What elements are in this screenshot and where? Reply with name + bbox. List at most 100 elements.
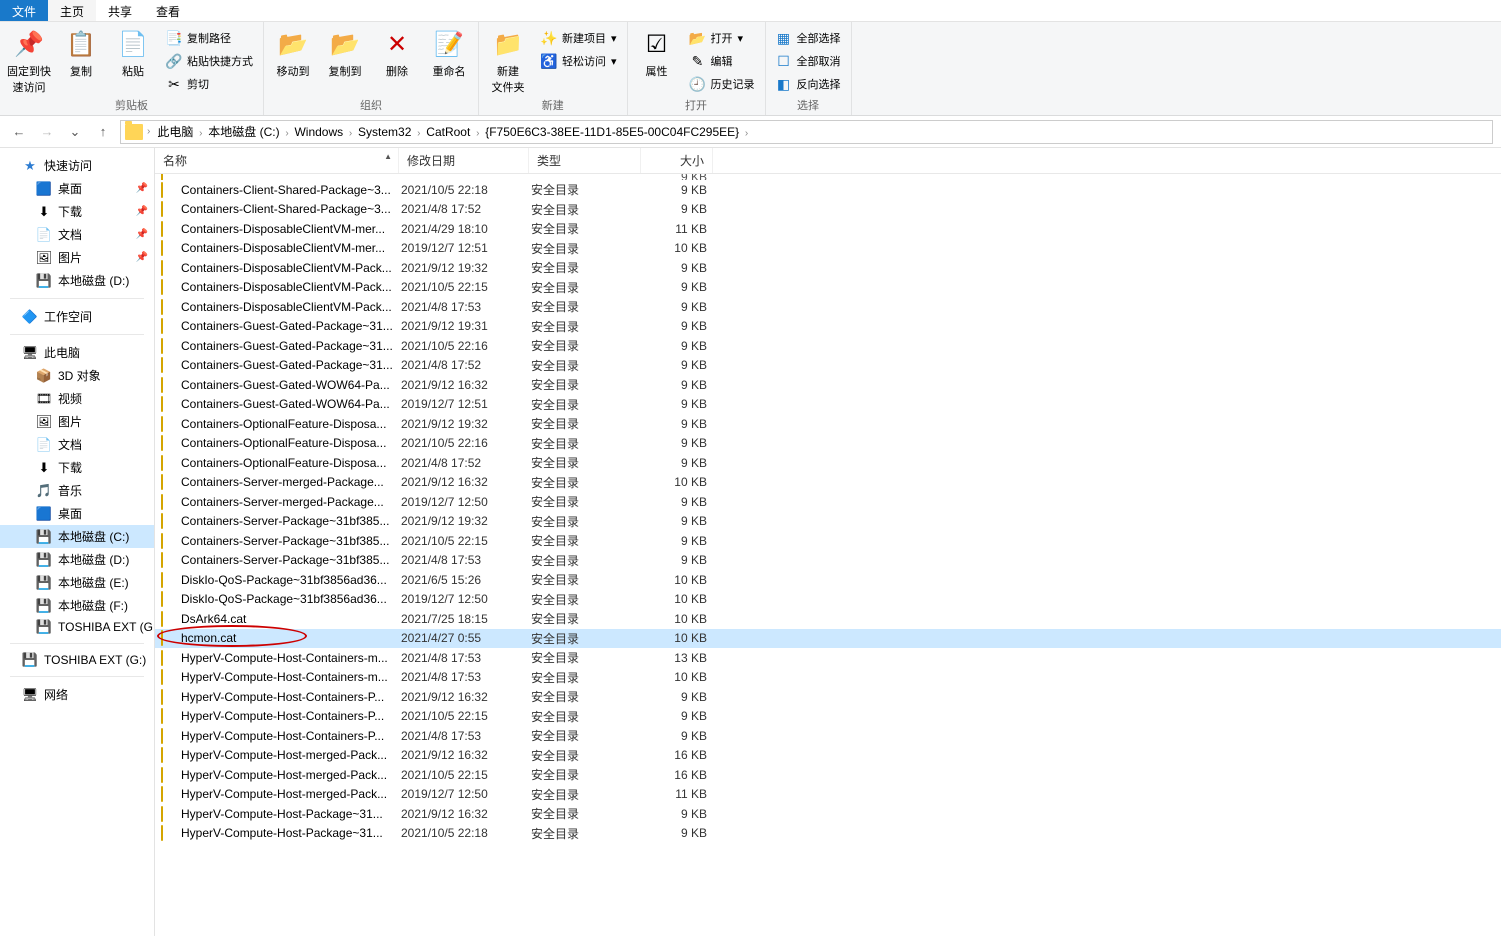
list-item[interactable]: DsArk64.cat2021/7/25 18:15安全目录10 KB <box>155 609 1501 629</box>
nav-item[interactable]: 💾本地磁盘 (D:) <box>0 548 154 571</box>
nav-item[interactable]: 🎵音乐 <box>0 479 154 502</box>
list-item[interactable]: Containers-Server-Package~31bf385...2021… <box>155 512 1501 532</box>
properties-button[interactable]: ☑属性 <box>634 24 680 79</box>
list-item[interactable]: Containers-Server-merged-Package...2019/… <box>155 492 1501 512</box>
list-item[interactable]: HyperV-Compute-Host-Package~31...2021/9/… <box>155 804 1501 824</box>
list-item[interactable]: Containers-OptionalFeature-Disposa...202… <box>155 414 1501 434</box>
breadcrumb-segment[interactable]: 本地磁盘 (C:) <box>205 125 282 139</box>
col-name[interactable]: 名称 <box>155 148 399 173</box>
breadcrumb-segment[interactable]: Windows <box>291 125 346 139</box>
list-item[interactable]: Containers-Guest-Gated-WOW64-Pa...2019/1… <box>155 395 1501 415</box>
forward-button[interactable]: → <box>36 121 58 143</box>
cut-button[interactable]: ✂剪切 <box>162 74 257 94</box>
paste-shortcut-button[interactable]: 🔗粘贴快捷方式 <box>162 51 257 71</box>
file-list[interactable]: 名称 修改日期 类型 大小 9 KBContainers-Client-Shar… <box>155 148 1501 936</box>
breadcrumb-segment[interactable]: CatRoot <box>423 125 473 139</box>
nav-item[interactable]: ⬇下载📌 <box>0 200 154 223</box>
nav-item[interactable]: 📄文档 <box>0 433 154 456</box>
list-item[interactable]: Containers-Server-merged-Package...2021/… <box>155 473 1501 493</box>
pin-quick-access-button[interactable]: 📌固定到快 速访问 <box>6 24 52 95</box>
col-size[interactable]: 大小 <box>641 148 713 173</box>
nav-item[interactable]: 📦3D 对象 <box>0 364 154 387</box>
address-bar[interactable]: › 此电脑 › 本地磁盘 (C:) › Windows › System32 ›… <box>120 120 1493 144</box>
nav-item[interactable]: 💾本地磁盘 (E:) <box>0 571 154 594</box>
chevron-right-icon[interactable]: › <box>196 128 205 139</box>
edit-button[interactable]: ✎编辑 <box>686 51 759 71</box>
copy-path-button[interactable]: 📑复制路径 <box>162 28 257 48</box>
nav-item[interactable]: 🎞视频 <box>0 387 154 410</box>
copy-button[interactable]: 📋复制 <box>58 24 104 79</box>
nav-this-pc[interactable]: 🖥此电脑 <box>0 341 154 364</box>
delete-button[interactable]: ✕删除 <box>374 24 420 79</box>
copy-to-button[interactable]: 📂复制到 <box>322 24 368 79</box>
list-item[interactable]: HyperV-Compute-Host-Containers-P...2021/… <box>155 687 1501 707</box>
list-item[interactable]: HyperV-Compute-Host-merged-Pack...2021/1… <box>155 765 1501 785</box>
list-item[interactable]: Containers-Guest-Gated-WOW64-Pa...2021/9… <box>155 375 1501 395</box>
breadcrumb-segment[interactable]: {F750E6C3-38EE-11D1-85E5-00C04FC295EE} <box>482 125 742 139</box>
recent-dropdown[interactable]: ⌄ <box>64 121 86 143</box>
list-item[interactable]: Containers-OptionalFeature-Disposa...202… <box>155 453 1501 473</box>
nav-item[interactable]: 🖼图片📌 <box>0 246 154 269</box>
list-item[interactable]: Containers-DisposableClientVM-Pack...202… <box>155 258 1501 278</box>
col-type[interactable]: 类型 <box>529 148 641 173</box>
select-none-button[interactable]: ☐全部取消 <box>772 51 845 71</box>
list-item[interactable]: Containers-Guest-Gated-Package~31...2021… <box>155 317 1501 337</box>
col-date[interactable]: 修改日期 <box>399 148 529 173</box>
chevron-right-icon[interactable]: › <box>414 128 423 139</box>
invert-selection-button[interactable]: ◧反向选择 <box>772 74 845 94</box>
nav-item[interactable]: 💾TOSHIBA EXT (G:) <box>0 617 154 637</box>
list-item[interactable]: Containers-Client-Shared-Package~3...202… <box>155 200 1501 220</box>
up-button[interactable]: ↑ <box>92 121 114 143</box>
list-item[interactable]: DiskIo-QoS-Package~31bf3856ad36...2021/6… <box>155 570 1501 590</box>
tab-file[interactable]: 文件 <box>0 0 48 21</box>
nav-quick-access[interactable]: ★快速访问 <box>0 154 154 177</box>
paste-button[interactable]: 📄粘贴 <box>110 24 156 79</box>
nav-pane[interactable]: ★快速访问 🟦桌面📌⬇下载📌📄文档📌🖼图片📌💾本地磁盘 (D:) 🔷工作空间 🖥… <box>0 148 155 936</box>
breadcrumb-segment[interactable]: System32 <box>355 125 414 139</box>
list-item[interactable]: Containers-Client-Shared-Package~3...202… <box>155 180 1501 200</box>
history-button[interactable]: 🕘历史记录 <box>686 74 759 94</box>
nav-item[interactable]: 🟦桌面 <box>0 502 154 525</box>
tab-view[interactable]: 查看 <box>144 0 192 21</box>
rename-button[interactable]: 📝重命名 <box>426 24 472 79</box>
chevron-right-icon[interactable]: › <box>147 126 150 137</box>
breadcrumb-segment[interactable]: 此电脑 <box>154 125 196 139</box>
easy-access-button[interactable]: ♿轻松访问 ▾ <box>537 51 621 71</box>
list-item[interactable]: HyperV-Compute-Host-Containers-m...2021/… <box>155 668 1501 688</box>
nav-item[interactable]: 📄文档📌 <box>0 223 154 246</box>
list-item[interactable]: Containers-OptionalFeature-Disposa...202… <box>155 434 1501 454</box>
list-item[interactable]: Containers-DisposableClientVM-mer...2021… <box>155 219 1501 239</box>
list-item[interactable]: HyperV-Compute-Host-merged-Pack...2021/9… <box>155 746 1501 766</box>
move-to-button[interactable]: 📂移动到 <box>270 24 316 79</box>
list-item[interactable]: Containers-Server-Package~31bf385...2021… <box>155 531 1501 551</box>
nav-item[interactable]: 💾本地磁盘 (C:) <box>0 525 154 548</box>
list-item[interactable]: Containers-Guest-Gated-Package~31...2021… <box>155 356 1501 376</box>
nav-item[interactable]: 💾TOSHIBA EXT (G:) <box>0 650 154 670</box>
list-item[interactable]: hcmon.cat2021/4/27 0:55安全目录10 KB <box>155 629 1501 649</box>
nav-network[interactable]: 🖥网络 <box>0 683 154 706</box>
tab-share[interactable]: 共享 <box>96 0 144 21</box>
list-item[interactable]: HyperV-Compute-Host-Containers-P...2021/… <box>155 707 1501 727</box>
list-item[interactable]: Containers-DisposableClientVM-mer...2019… <box>155 239 1501 259</box>
chevron-right-icon[interactable]: › <box>473 128 482 139</box>
chevron-right-icon[interactable]: › <box>346 128 355 139</box>
list-item[interactable]: Containers-DisposableClientVM-Pack...202… <box>155 278 1501 298</box>
back-button[interactable]: ← <box>8 121 30 143</box>
tab-home[interactable]: 主页 <box>48 0 96 21</box>
list-item[interactable]: Containers-Guest-Gated-Package~31...2021… <box>155 336 1501 356</box>
nav-workspace[interactable]: 🔷工作空间 <box>0 305 154 328</box>
new-item-button[interactable]: ✨新建项目 ▾ <box>537 28 621 48</box>
list-item[interactable]: HyperV-Compute-Host-Containers-m...2021/… <box>155 648 1501 668</box>
list-item[interactable]: HyperV-Compute-Host-Package~31...2021/10… <box>155 824 1501 844</box>
chevron-right-icon[interactable]: › <box>742 128 748 139</box>
nav-item[interactable]: 🖼图片 <box>0 410 154 433</box>
list-item[interactable]: DiskIo-QoS-Package~31bf3856ad36...2019/1… <box>155 590 1501 610</box>
nav-item[interactable]: 💾本地磁盘 (D:) <box>0 269 154 292</box>
list-item[interactable]: Containers-DisposableClientVM-Pack...202… <box>155 297 1501 317</box>
list-item[interactable]: HyperV-Compute-Host-Containers-P...2021/… <box>155 726 1501 746</box>
nav-item[interactable]: ⬇下载 <box>0 456 154 479</box>
nav-item[interactable]: 💾本地磁盘 (F:) <box>0 594 154 617</box>
list-item[interactable]: HyperV-Compute-Host-merged-Pack...2019/1… <box>155 785 1501 805</box>
nav-item[interactable]: 🟦桌面📌 <box>0 177 154 200</box>
select-all-button[interactable]: ▦全部选择 <box>772 28 845 48</box>
